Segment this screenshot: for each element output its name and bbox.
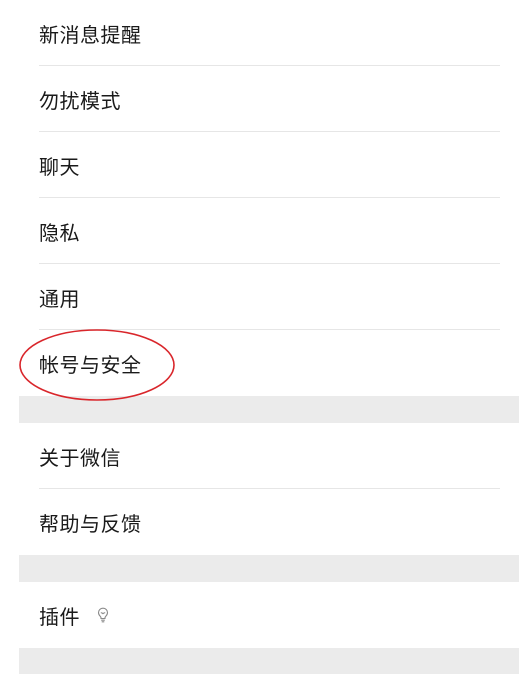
- settings-item-label: 勿扰模式: [39, 88, 121, 113]
- settings-item-general[interactable]: 通用: [19, 264, 519, 330]
- settings-item-chats[interactable]: 聊天: [19, 132, 519, 198]
- settings-item-privacy[interactable]: 隐私: [19, 198, 519, 264]
- settings-item-label: 帮助与反馈: [39, 511, 142, 536]
- settings-item-label: 通用: [39, 286, 80, 311]
- settings-item-do-not-disturb[interactable]: 勿扰模式: [19, 66, 519, 132]
- settings-item-account-security[interactable]: 帐号与安全: [19, 330, 519, 396]
- settings-item-label: 聊天: [39, 154, 80, 179]
- settings-item-label: 帐号与安全: [39, 352, 142, 377]
- settings-item-plugins[interactable]: 插件: [19, 582, 519, 648]
- settings-item-label: 新消息提醒: [39, 22, 142, 47]
- section-gap: [19, 396, 519, 423]
- settings-item-label: 插件: [39, 604, 80, 629]
- settings-item-label: 关于微信: [39, 445, 121, 470]
- settings-list: 新消息提醒 勿扰模式 聊天 隐私 通用 帐号与安全 关于微信 帮助与反馈 插件: [19, 0, 519, 674]
- section-gap: [19, 648, 519, 674]
- settings-item-help-feedback[interactable]: 帮助与反馈: [19, 489, 519, 555]
- lightbulb-icon: [94, 606, 112, 624]
- section-gap: [19, 555, 519, 582]
- settings-item-new-message-alerts[interactable]: 新消息提醒: [19, 0, 519, 66]
- settings-item-about-wechat[interactable]: 关于微信: [19, 423, 519, 489]
- settings-item-label: 隐私: [39, 220, 80, 245]
